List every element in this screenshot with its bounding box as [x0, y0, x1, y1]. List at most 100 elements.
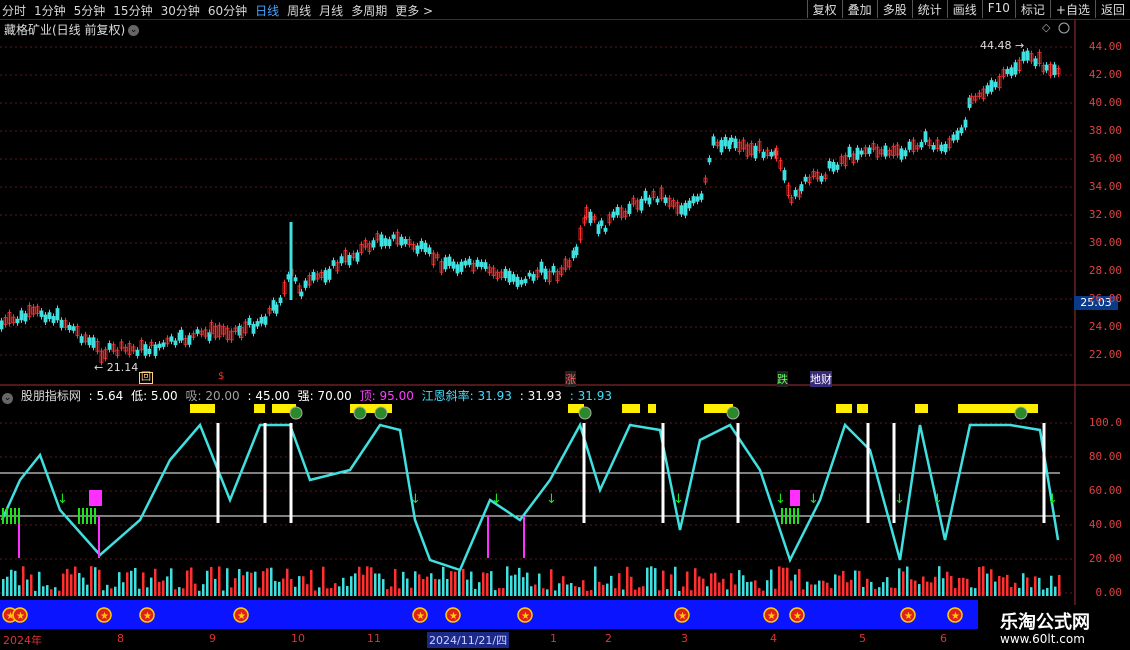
candle-body: [187, 335, 192, 345]
volume-bar: [414, 571, 417, 596]
candle-body: [551, 266, 556, 273]
volume-bar: [46, 585, 49, 596]
volume-bar: [938, 566, 941, 596]
volume-bar: [878, 587, 881, 596]
star-icon: ★: [521, 611, 530, 622]
green-stripe: [86, 508, 88, 524]
volume-bar: [546, 589, 549, 596]
candle-body: [419, 240, 424, 250]
stock-title[interactable]: 藏格矿业(日线 前复权) ⌄: [4, 21, 140, 38]
volume-bar: [690, 590, 693, 596]
indicator-grid: [0, 422, 1075, 594]
candle-body: [603, 227, 608, 232]
candle-body: [1013, 62, 1018, 75]
volume-bar: [450, 571, 453, 596]
circle-icon[interactable]: [1058, 22, 1070, 34]
volume-bar: [22, 566, 25, 596]
indicator-slope: 江恩斜率: 31.93: [421, 389, 512, 403]
candle-body: [599, 220, 604, 226]
candle-body: [985, 85, 990, 94]
signal-bar: [582, 423, 586, 523]
low-value: 21.14: [106, 361, 139, 374]
watermark: 乐淘公式网 www.60lt.com: [978, 605, 1130, 650]
marker-dollar[interactable]: $: [218, 371, 224, 382]
green-stripe: [14, 508, 16, 524]
marker-hui[interactable]: 回: [139, 372, 153, 384]
candle-body: [327, 268, 332, 280]
top-signal-bar: [857, 404, 868, 413]
volume-bar: [818, 580, 821, 596]
volume-bar: [890, 587, 893, 596]
volume-bar: [482, 572, 485, 596]
circle-badge-icon: [353, 406, 367, 420]
volume-bar: [1002, 577, 1005, 596]
volume-bar: [102, 590, 105, 596]
chevron-down-icon[interactable]: ⌄: [128, 25, 140, 36]
volume-bar: [574, 586, 577, 596]
volume-bar: [502, 588, 505, 596]
volume-bar: [474, 588, 477, 596]
volume-bar: [90, 566, 93, 596]
kline-chart[interactable]: ↓ ↓ ↓ ↓ ↓ ↓ ↓ ↓ ↓ ↓ ★ ★ ★ ★ ★ ★ ★ ★ ★ ★ ★ ★ ★ ◇: [0, 0, 1130, 650]
candle-body: [173, 340, 178, 346]
candle-body: [951, 134, 956, 141]
volume-bar: [882, 582, 885, 596]
candle-body: [511, 274, 516, 282]
volume-bar: [626, 566, 629, 596]
star-icon: ★: [793, 611, 802, 622]
candle-body: [907, 141, 912, 150]
volume-bar: [1010, 587, 1013, 596]
candle-body: [647, 197, 652, 205]
price-tick: 32.00: [1088, 208, 1122, 221]
volume-bar: [286, 568, 289, 596]
volume-bar: [398, 588, 401, 596]
star-icon: ★: [416, 611, 425, 622]
volume-bar: [642, 586, 645, 596]
date-tick: 3: [681, 632, 688, 645]
volume-bar: [282, 578, 285, 596]
candle-body: [347, 255, 352, 266]
marker-zhang[interactable]: 涨: [565, 371, 576, 387]
volume-bar: [594, 566, 597, 596]
volume-bar: [242, 575, 245, 596]
volume-bar: [386, 589, 389, 596]
volume-bar: [214, 578, 217, 596]
candle-body: [147, 348, 152, 355]
volume-bar: [462, 568, 465, 596]
top-signal-bar: [622, 404, 640, 413]
candle-body: [503, 268, 508, 279]
volume-bar: [218, 566, 221, 596]
candle-body: [819, 175, 824, 182]
settings-diamond-icon[interactable]: ◇: [1042, 21, 1051, 34]
candle-body: [157, 343, 162, 348]
volume-bar: [158, 581, 161, 596]
volume-bar: [894, 588, 897, 596]
volume-bar: [390, 586, 393, 596]
green-stripe: [785, 508, 787, 524]
indicator-menu-icon[interactable]: ⌄: [2, 393, 13, 404]
volume-bar: [974, 588, 977, 596]
marker-die[interactable]: 跌: [777, 371, 788, 387]
marker-dicai[interactable]: 地财: [810, 371, 832, 387]
volume-bar: [42, 586, 45, 596]
volume-bar: [994, 581, 997, 596]
volume-bar: [582, 580, 585, 596]
indicator-tick: 20.00: [1088, 552, 1122, 565]
candle-body: [663, 197, 668, 204]
indicator-name[interactable]: 股朋指标网: [21, 389, 81, 403]
volume-bar: [554, 590, 557, 596]
volume-bar: [478, 582, 481, 596]
volume-bar: [138, 588, 141, 596]
volume-bar: [122, 582, 125, 596]
volume-bar: [942, 578, 945, 596]
volume-bar: [86, 584, 89, 596]
volume-bar: [366, 566, 369, 596]
magenta-marker: [89, 490, 102, 506]
star-icon: ★: [951, 611, 960, 622]
star-icon: ★: [767, 611, 776, 622]
date-tick: 2024年: [3, 634, 42, 647]
candle-body: [459, 261, 464, 272]
volume-bar: [666, 589, 669, 596]
candle-body: [1044, 64, 1049, 71]
price-tick: 22.00: [1088, 348, 1122, 361]
